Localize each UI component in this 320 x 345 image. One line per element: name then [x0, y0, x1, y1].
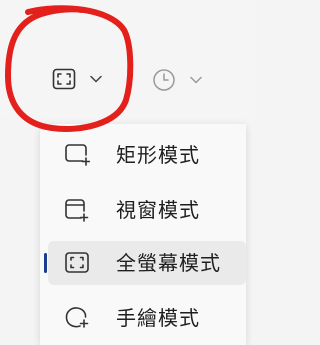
menu-item-rectangle-mode[interactable]: 矩形模式 [48, 133, 246, 177]
freeform-mode-icon [64, 306, 90, 330]
window-mode-icon [64, 198, 90, 222]
clock-icon [152, 68, 176, 92]
chevron-down-icon [90, 75, 102, 83]
menu-item-label: 手繪模式 [116, 306, 200, 330]
capture-mode-button[interactable] [52, 68, 102, 90]
menu-item-fullscreen-mode[interactable]: 全螢幕模式 [44, 241, 246, 285]
rectangle-mode-icon [64, 143, 91, 167]
selection-indicator [44, 253, 47, 273]
menu-item-label: 矩形模式 [116, 143, 200, 167]
fullscreen-mode-icon [64, 251, 90, 275]
menu-item-window-mode[interactable]: 視窗模式 [48, 188, 246, 232]
snipping-toolbar [0, 0, 255, 118]
menu-item-freeform-mode[interactable]: 手繪模式 [48, 296, 246, 340]
menu-item-label: 全螢幕模式 [116, 251, 221, 275]
chevron-down-icon [190, 76, 202, 84]
timer-button[interactable] [152, 68, 202, 92]
menu-item-label: 視窗模式 [116, 198, 200, 222]
fullscreen-capture-icon [52, 68, 76, 90]
